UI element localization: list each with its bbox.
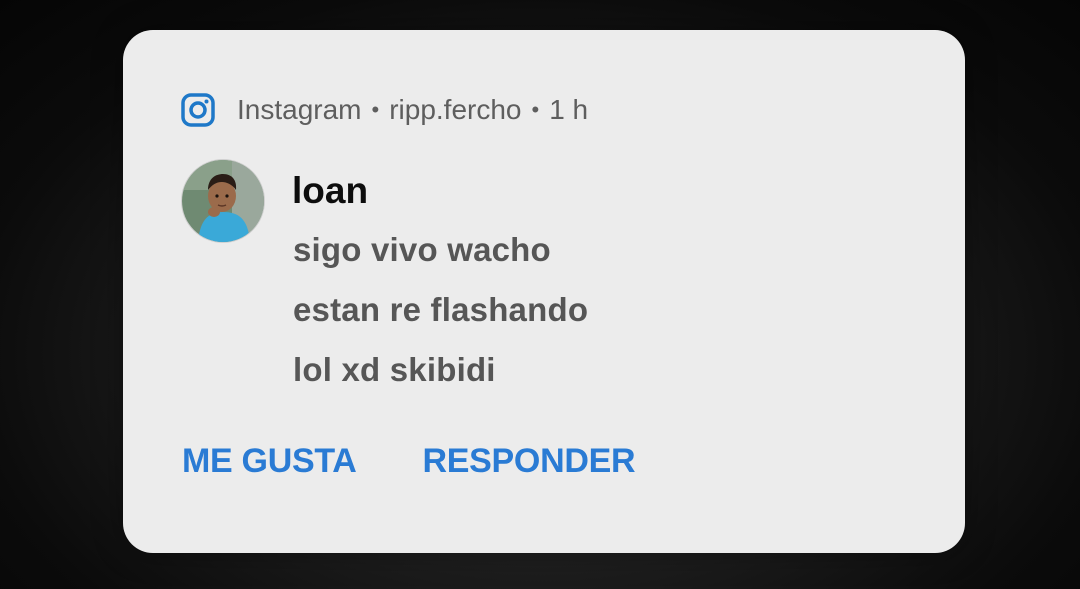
- message-line: lol xd skibidi: [293, 351, 496, 388]
- separator: •: [371, 97, 380, 122]
- app-name: Instagram: [237, 94, 362, 125]
- message-lines: sigo vivo wacho estan re flashando lol x…: [293, 228, 588, 408]
- avatar: [181, 159, 265, 243]
- reply-button[interactable]: RESPONDER: [423, 442, 636, 481]
- notification-actions: ME GUSTA RESPONDER: [182, 442, 636, 481]
- account-name: ripp.fercho: [389, 94, 522, 125]
- notification-card[interactable]: Instagram • ripp.fercho • 1 h loan sigo …: [123, 30, 965, 553]
- like-button[interactable]: ME GUSTA: [182, 442, 357, 481]
- notification-header: Instagram • ripp.fercho • 1 h: [181, 92, 588, 128]
- instagram-icon: [181, 93, 215, 127]
- message-line: sigo vivo wacho: [293, 231, 551, 268]
- timestamp: 1 h: [549, 94, 589, 125]
- separator: •: [531, 97, 540, 122]
- sender-name: loan: [292, 170, 369, 211]
- message-line: estan re flashando: [293, 291, 589, 328]
